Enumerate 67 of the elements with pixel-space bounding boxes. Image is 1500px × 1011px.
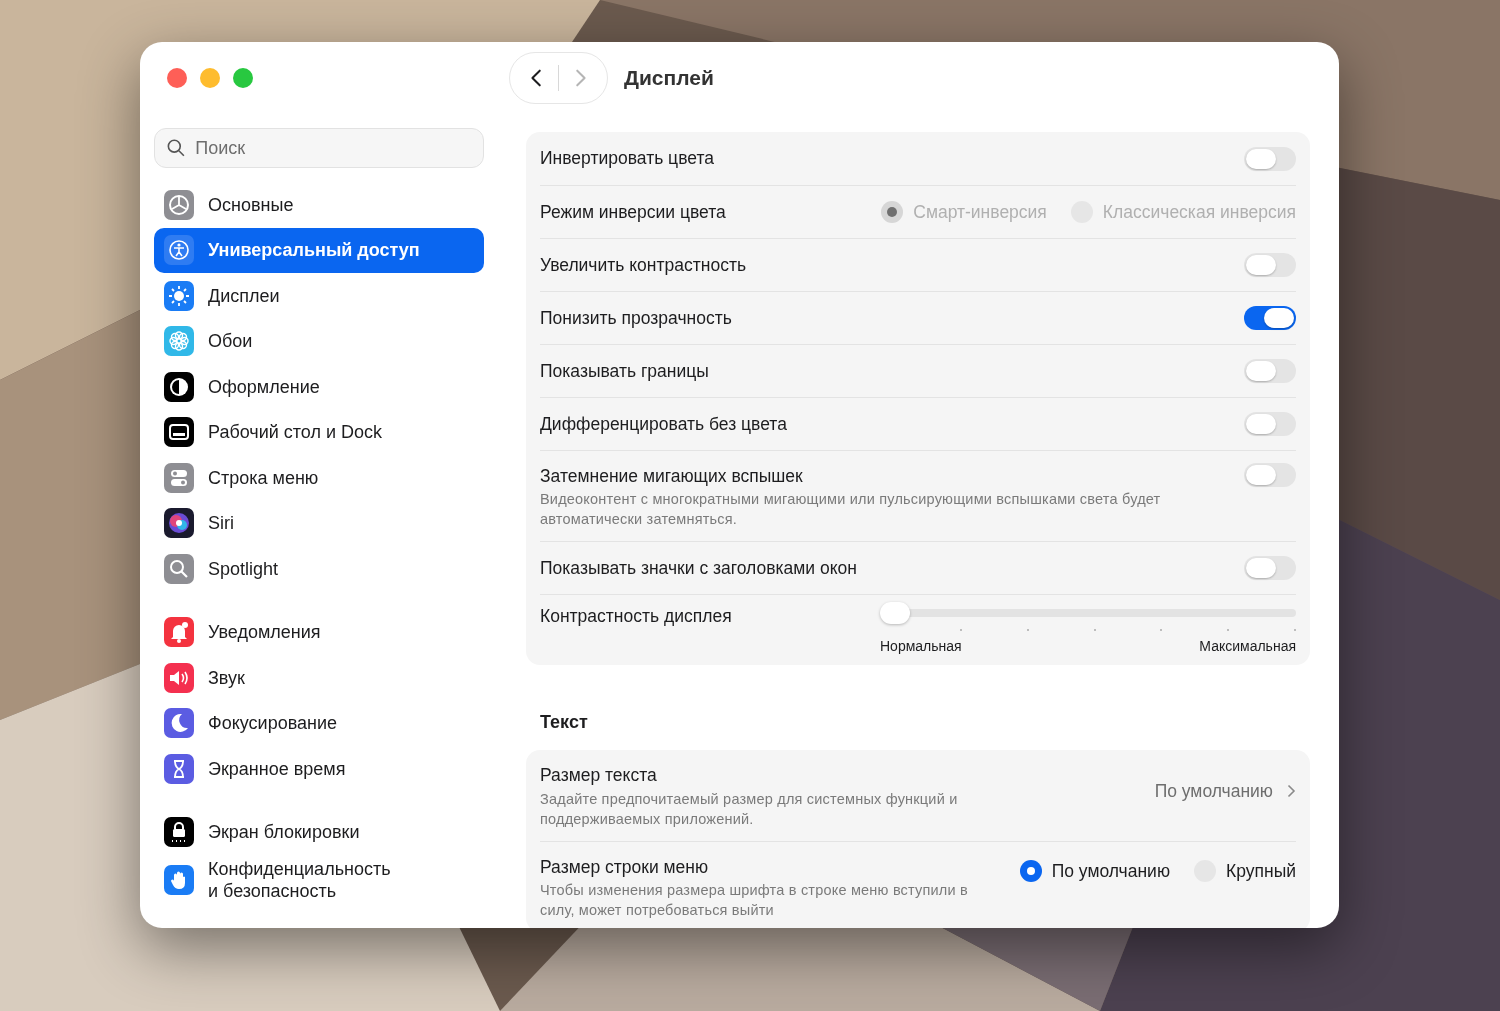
sidebar-item[interactable]: Оформление: [154, 364, 484, 410]
sidebar-item[interactable]: Уведомления: [154, 609, 484, 655]
setting-label: Размер строки меню: [540, 855, 710, 879]
speaker-icon: [164, 662, 194, 693]
orb-icon: [164, 508, 194, 539]
moon-icon: [164, 708, 194, 739]
toggle-switch[interactable]: [1244, 556, 1296, 581]
setting-label: Инвертировать цвета: [540, 147, 714, 171]
sidebar-item[interactable]: Фокусирование: [154, 700, 484, 746]
slider-max-label: Максимальная: [1199, 637, 1296, 657]
window-title: Дисплей: [624, 65, 714, 92]
sidebar-item[interactable]: Экранное время: [154, 746, 484, 792]
search-icon: [164, 553, 194, 584]
setting-label: Показывать значки с заголовками окон: [540, 557, 857, 581]
sidebar-item[interactable]: Spotlight: [154, 546, 484, 592]
bell-icon: [164, 617, 194, 648]
setting-label: Контрастность дисплея: [540, 605, 732, 629]
sidebar-item[interactable]: Строка меню: [154, 455, 484, 501]
toggle-switch[interactable]: [1244, 253, 1296, 277]
sidebar-item[interactable]: Дисплеи: [154, 273, 484, 319]
search-icon: [167, 138, 186, 158]
chevron-icon: [1287, 784, 1296, 799]
toggles-icon: [164, 462, 194, 493]
minimize-button[interactable]: [200, 68, 220, 88]
sidebar-item[interactable]: Звук: [154, 655, 484, 701]
radio-option[interactable]: Крупный: [1194, 857, 1296, 884]
sidebar-item[interactable]: Экран блокировки: [154, 809, 484, 855]
slider-min-label: Нормальная: [880, 637, 962, 657]
setting-label: Увеличить контрастность: [540, 253, 747, 277]
setting-label: Режим инверсии цвета: [540, 200, 726, 224]
close-button[interactable]: [167, 68, 187, 88]
contrast-icon: [164, 371, 194, 402]
toggle-switch[interactable]: [1244, 463, 1296, 487]
hourglass-icon: [164, 753, 194, 784]
flower-icon: [164, 326, 194, 357]
setting-label: Показывать границы: [540, 359, 709, 383]
slider-thumb[interactable]: [880, 602, 910, 625]
radio-option[interactable]: По умолчанию: [1019, 857, 1170, 884]
setting-description: Задайте предпочитаемый размер для системных функций и поддерживаемых приложений.: [540, 789, 959, 829]
lock-icon: [164, 817, 194, 848]
search-input[interactable]: Поиск: [193, 133, 471, 163]
setting-label: Затемнение мигающих вспышек: [540, 465, 804, 488]
sidebar-item[interactable]: Siri: [154, 500, 484, 546]
person-icon: [164, 235, 194, 266]
gear-icon: [164, 189, 194, 220]
zoom-button[interactable]: [233, 68, 253, 88]
search-field[interactable]: Поиск: [154, 128, 484, 168]
sidebar-item[interactable]: Основные: [154, 182, 484, 228]
toggle-switch[interactable]: [1244, 306, 1296, 330]
hand-icon: [164, 865, 194, 895]
toggle-switch[interactable]: [1244, 412, 1296, 436]
setting-label: Размер текста: [540, 764, 658, 788]
section-title: Текст: [540, 711, 589, 735]
setting-description: Видеоконтент с многократными мигающими или пульсирующими вспышками света будет автоматически затемняться.: [540, 490, 1162, 530]
screen-icon: [164, 417, 194, 448]
contrast-slider[interactable]: [880, 602, 1296, 625]
sidebar-item[interactable]: Рабочий стол и Dock: [154, 409, 484, 455]
sidebar-item[interactable]: Универсальный доступ: [154, 227, 484, 273]
sidebar-item[interactable]: Конфиденциальность и безопасность: [154, 855, 484, 905]
toggle-switch[interactable]: [1244, 359, 1296, 383]
sidebar-item[interactable]: Обои: [154, 318, 484, 364]
setting-label: Дифференцировать без цвета: [540, 412, 787, 436]
setting-label: Понизить прозрачность: [540, 306, 732, 330]
toggle-switch[interactable]: [1244, 146, 1296, 171]
setting-description: Чтобы изменения размера шрифта в строке меню вступили в силу, может потребоваться выйти: [540, 880, 969, 920]
sun-icon: [164, 280, 194, 311]
value-link[interactable]: По умолчанию: [1154, 778, 1296, 805]
